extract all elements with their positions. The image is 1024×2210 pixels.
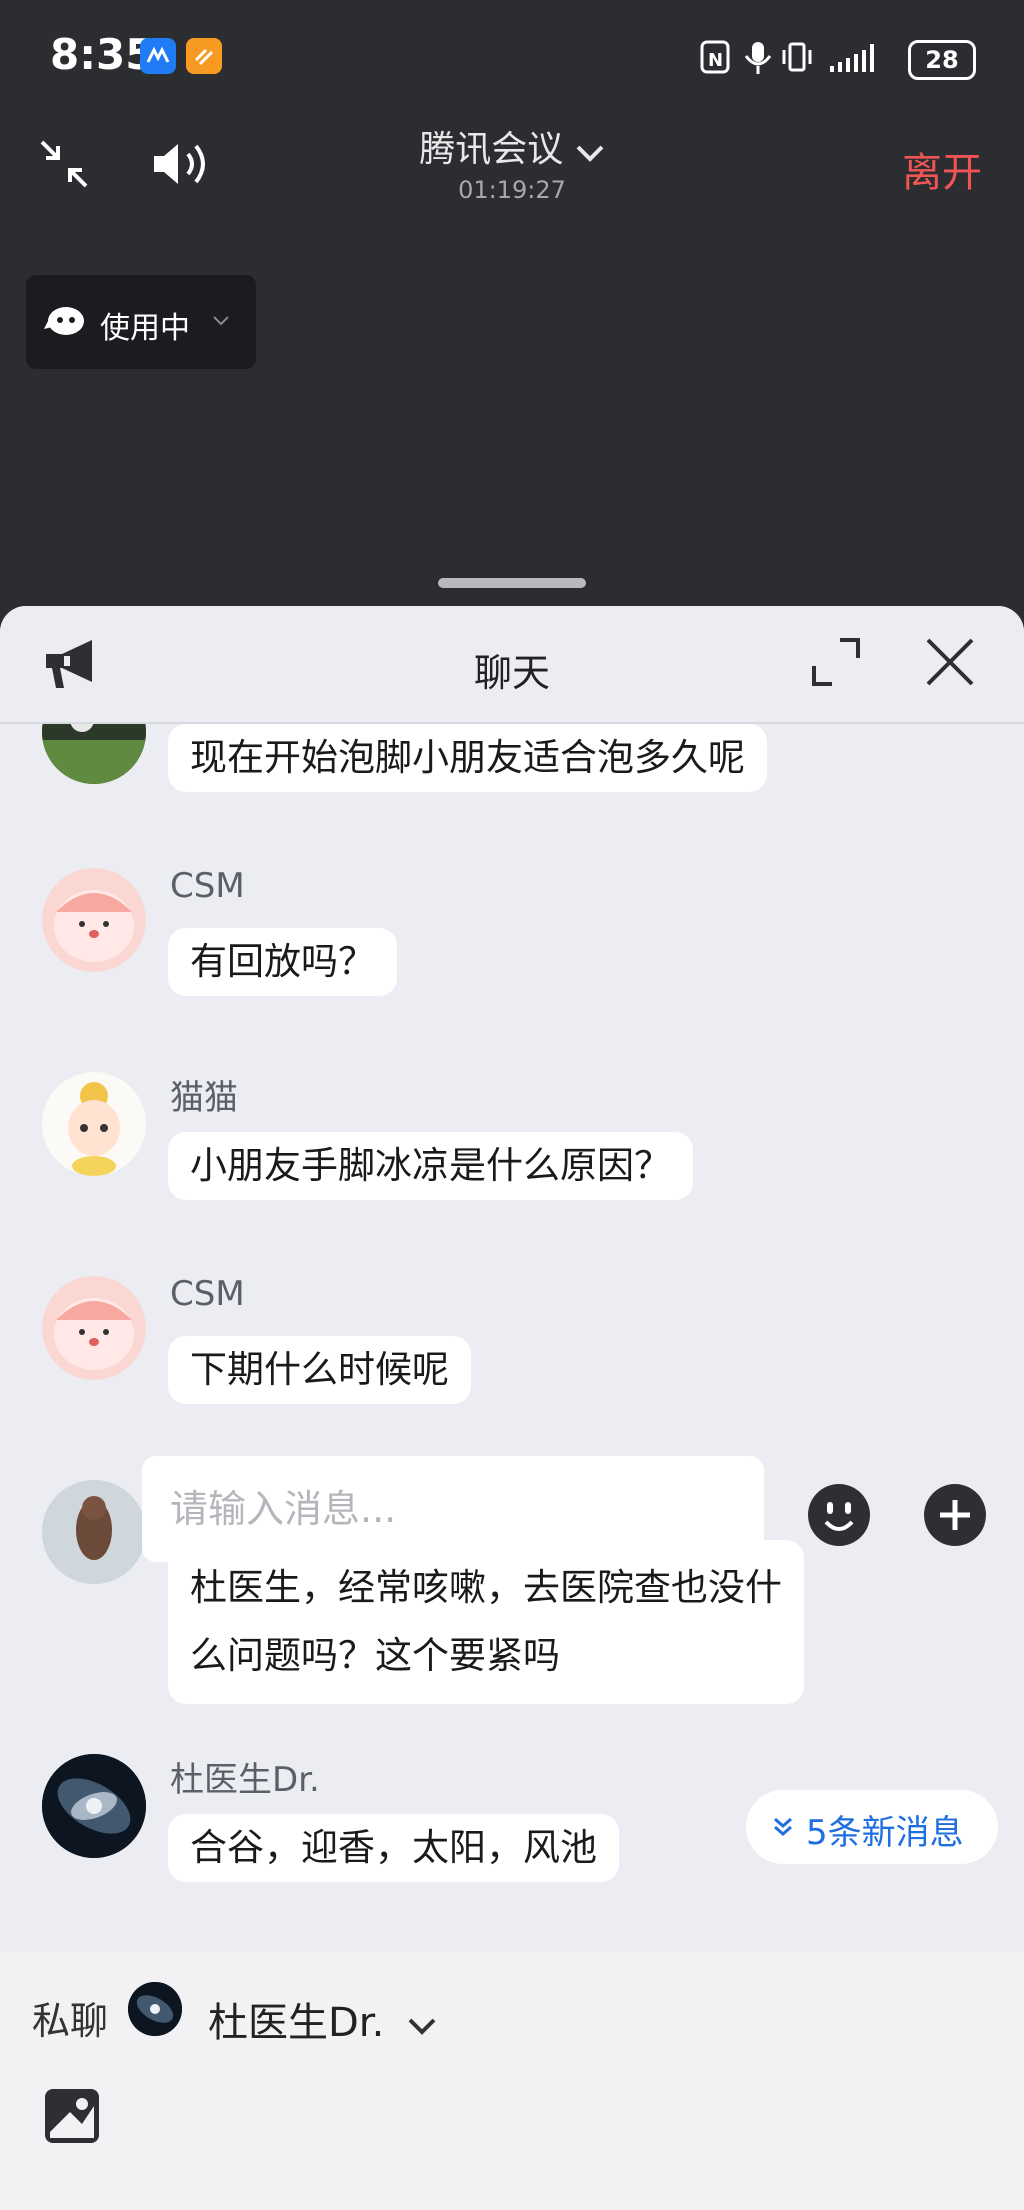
recipient-selector[interactable]: 杜医生Dr. [208, 1990, 437, 2048]
sender-name: CSM [170, 866, 245, 906]
avatar[interactable] [42, 1754, 146, 1858]
leave-button[interactable]: 离开 [902, 140, 982, 198]
message-bubble[interactable]: 现在开始泡脚小朋友适合泡多久呢 [168, 724, 767, 792]
new-messages-label: 5条新消息 [806, 1813, 964, 1853]
message-input-box[interactable] [142, 1456, 778, 1562]
battery-indicator: 28 [908, 40, 976, 80]
plus-icon[interactable] [922, 1482, 988, 1548]
avatar[interactable] [42, 1072, 146, 1176]
message-line: 么问题吗？这个要紧吗 [190, 1634, 560, 1677]
meeting-title-row[interactable]: 腾讯会议 [0, 120, 1024, 172]
in-use-label: 使用中 [100, 311, 190, 346]
recipient-avatar [128, 1982, 182, 2036]
new-messages-button[interactable]: 5条新消息 [746, 1790, 998, 1864]
sender-name: 杜医生Dr. [170, 1760, 320, 1800]
robot-icon [44, 307, 84, 335]
emoji-icon[interactable] [806, 1482, 872, 1548]
chat-panel-header: 聊天 [0, 606, 1024, 724]
expand-icon[interactable] [810, 636, 862, 688]
avatar[interactable] [42, 868, 146, 972]
message-line: 杜医生，经常咳嗽，去医院查也没什 [190, 1566, 782, 1609]
recipient-name[interactable]: 杜医生Dr. [208, 2000, 384, 2046]
meeting-duration: 01:19:27 [458, 176, 566, 204]
app-notification-icon [140, 38, 176, 74]
message-bubble[interactable]: 杜医生，经常咳嗽，去医院查也没什 么问题吗？这个要紧吗 [168, 1540, 804, 1704]
in-use-button[interactable]: 使用中 [26, 275, 256, 369]
chevron-down-icon [213, 316, 229, 326]
message-input[interactable] [142, 1456, 778, 1562]
meeting-title[interactable]: 腾讯会议 [419, 129, 563, 170]
avatar[interactable] [42, 1276, 146, 1380]
message-list[interactable]: 现在开始泡脚小朋友适合泡多久呢 CSM 有回放吗？ 猫猫 小朋友手脚冰凉是什么原… [0, 724, 1024, 1952]
message-bubble[interactable]: 合谷，迎香，太阳，风池 [168, 1814, 619, 1882]
sender-name: CSM [170, 1274, 245, 1314]
avatar[interactable] [42, 724, 146, 784]
status-time: 8:35 [50, 30, 155, 79]
message-bubble[interactable]: 小朋友手脚冰凉是什么原因？ [168, 1132, 693, 1200]
message-bubble[interactable]: 下期什么时候呢 [168, 1336, 471, 1404]
composer-area: 私聊 杜医生Dr. [0, 1952, 1024, 2210]
chat-title: 聊天 [473, 651, 550, 695]
chevron-down-icon[interactable] [575, 131, 605, 172]
sender-name: 猫猫 [170, 1078, 238, 1118]
private-chat-label: 私聊 [32, 1999, 109, 2043]
svg-text:N: N [708, 50, 723, 71]
drag-handle[interactable] [438, 578, 586, 588]
status-bar: 8:35 N 28 [0, 0, 1024, 118]
avatar[interactable] [42, 1480, 146, 1584]
chat-panel: 聊天 现在开始泡脚小朋友适合泡多久呢 CSM 有回放吗？ 猫猫 小朋友手脚冰凉是… [0, 606, 1024, 2210]
double-chevron-down-icon [774, 1817, 792, 1836]
message-bubble[interactable]: 有回放吗？ [168, 928, 397, 996]
image-icon[interactable] [42, 2086, 102, 2146]
chevron-down-icon[interactable] [407, 2016, 437, 2036]
app-notification-icon [186, 38, 222, 74]
close-icon[interactable] [924, 636, 976, 688]
